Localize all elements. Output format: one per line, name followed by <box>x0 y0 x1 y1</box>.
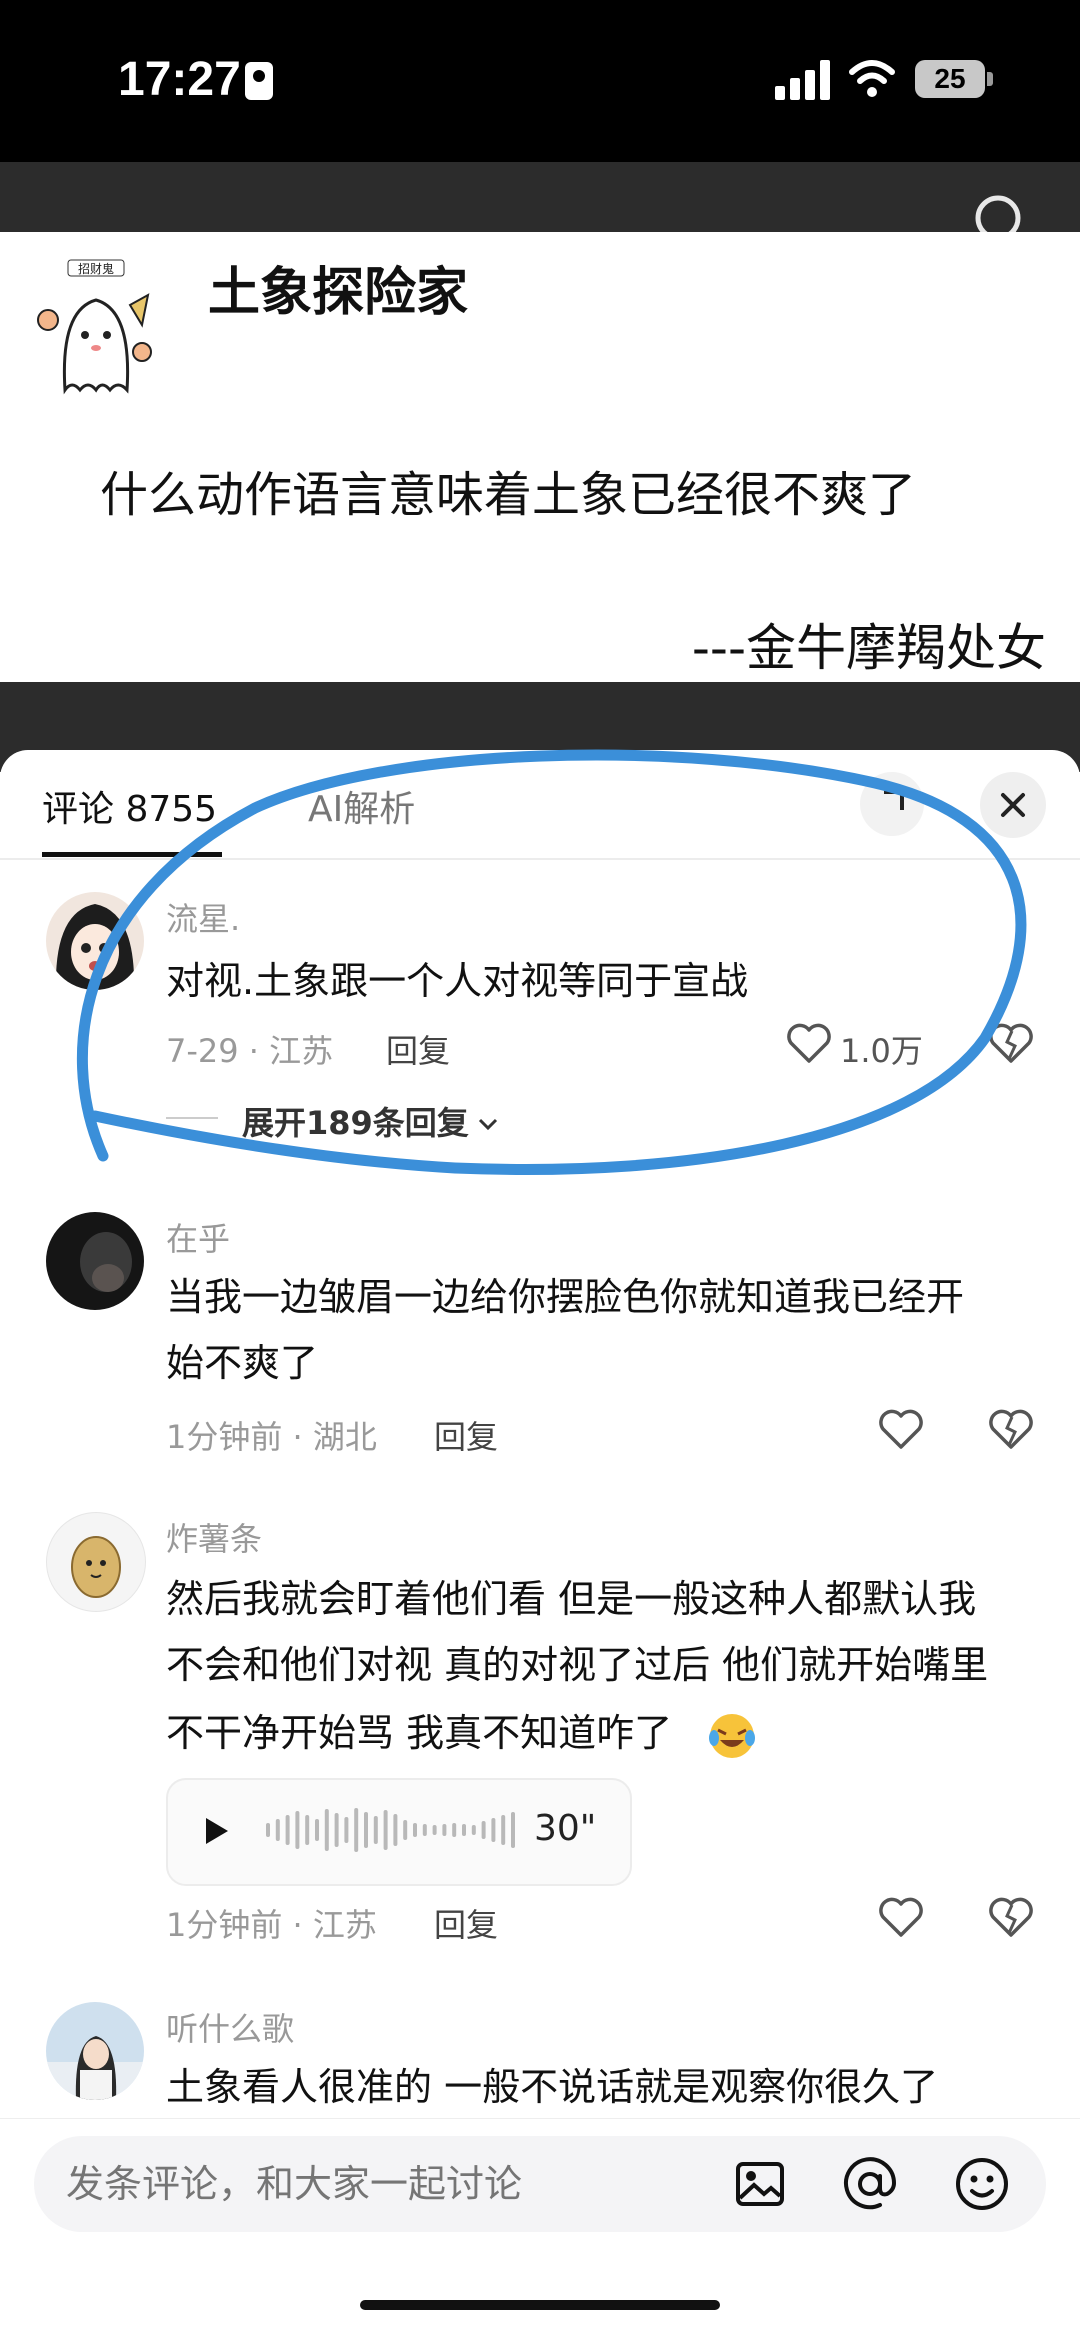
svg-text:招财鬼: 招财鬼 <box>78 261 114 276</box>
author-avatar[interactable]: 招财鬼 <box>30 250 160 400</box>
battery-indicator: 25 <box>915 60 985 98</box>
comment-text-line: 然后我就会盯着他们看 但是一般这种人都默认我 <box>166 1577 977 1621</box>
waveform-bar <box>413 1823 417 1837</box>
broken-heart-icon[interactable] <box>988 1408 1034 1450</box>
image-icon[interactable] <box>734 2158 786 2210</box>
waveform-bar <box>266 1823 270 1837</box>
avatar[interactable] <box>46 892 144 990</box>
expand-sheet-button[interactable] <box>860 772 924 836</box>
tab-divider <box>0 858 1080 860</box>
post-author-name[interactable]: 土象探险家 <box>208 250 468 325</box>
close-button[interactable] <box>980 772 1046 838</box>
post-text: 什么动作语言意味着土象已经很不爽了 <box>100 467 917 523</box>
waveform-bar <box>481 1821 486 1839</box>
comment-time-location: 1分钟前 · 湖北 <box>166 1418 377 1456</box>
post-header-bar <box>0 162 1080 232</box>
comment-username[interactable]: 听什么歌 <box>166 2004 294 2050</box>
comment-time-location: 7-29 · 江苏 <box>166 1032 334 1070</box>
battery-tip <box>987 72 993 86</box>
waveform-bar <box>334 1813 339 1847</box>
waveform-bar <box>315 1819 319 1841</box>
waveform-bar <box>383 1810 388 1850</box>
waveform-bar <box>393 1814 398 1846</box>
post-signature: ---金牛摩羯处女 <box>691 619 1046 677</box>
emoji-icon[interactable] <box>954 2156 1010 2212</box>
waveform-bar <box>285 1815 290 1845</box>
laughing-crying-emoji-icon <box>709 1714 755 1758</box>
comment-text: 土象看人很准的 一般不说话就是观察你很久了 <box>166 2065 939 2109</box>
waveform-bar <box>422 1824 427 1836</box>
waveform-bar <box>305 1815 310 1845</box>
avatar[interactable] <box>46 1212 144 1310</box>
close-icon <box>1001 793 1025 817</box>
comment-text-line: 始不爽了 <box>166 1341 319 1385</box>
expand-divider <box>166 1117 218 1119</box>
voice-duration: 30" <box>534 1808 597 1849</box>
wifi-icon <box>849 60 895 97</box>
comment-username[interactable]: 炸薯条 <box>166 1514 262 1560</box>
reply-button[interactable]: 回复 <box>434 1900 498 1946</box>
signal-icon <box>775 60 835 100</box>
contact-card-icon <box>245 62 273 100</box>
waveform-bar <box>324 1809 329 1851</box>
reply-button[interactable]: 回复 <box>434 1412 498 1458</box>
waveform-bar <box>373 1816 378 1844</box>
reply-button[interactable]: 回复 <box>386 1026 450 1072</box>
avatar[interactable] <box>46 2002 144 2100</box>
waveform-bar <box>511 1812 515 1848</box>
voice-waveform <box>266 1808 515 1852</box>
waveform-bar <box>501 1815 506 1845</box>
tab-comments[interactable]: 评论 8755 <box>42 780 217 832</box>
waveform-bar <box>364 1812 368 1848</box>
active-tab-indicator <box>42 852 222 857</box>
waveform-bar <box>462 1824 466 1836</box>
waveform-bar <box>403 1820 408 1840</box>
waveform-bar <box>442 1824 447 1836</box>
comment-text-line: 不干净开始骂 我真不知道咋了 <box>166 1711 673 1755</box>
tab-ai-analysis[interactable]: AI解析 <box>308 780 415 832</box>
expand-icon <box>884 790 904 810</box>
comment-text: 对视.土象跟一个人对视等同于宣战 <box>166 959 749 1003</box>
waveform-bar <box>432 1825 437 1835</box>
comment-text-line: 当我一边皱眉一边给你摆脸色你就知道我已经开 <box>166 1275 965 1319</box>
waveform-bar <box>491 1818 496 1842</box>
heart-icon[interactable] <box>786 1022 832 1064</box>
avatar[interactable] <box>46 1512 146 1612</box>
play-icon[interactable] <box>200 1814 232 1848</box>
waveform-bar <box>471 1825 476 1835</box>
waveform-bar <box>295 1811 300 1849</box>
expand-replies-button[interactable]: 展开189条回复 <box>242 1098 501 1144</box>
comment-username[interactable]: 流星. <box>166 894 240 940</box>
broken-heart-icon[interactable] <box>988 1896 1034 1938</box>
like-count: 1.0万 <box>840 1032 923 1070</box>
waveform-bar <box>275 1819 280 1841</box>
home-indicator <box>360 2300 720 2310</box>
heart-icon[interactable] <box>878 1408 924 1450</box>
broken-heart-icon[interactable] <box>988 1022 1034 1064</box>
comment-username[interactable]: 在乎 <box>166 1214 230 1260</box>
waveform-bar <box>452 1823 457 1837</box>
comment-input[interactable] <box>66 2162 666 2206</box>
waveform-bar <box>354 1808 359 1852</box>
expand-replies-label: 展开189条回复 <box>242 1104 469 1142</box>
at-icon[interactable] <box>842 2156 898 2212</box>
comment-text-line: 不会和他们对视 真的对视了过后 他们就开始嘴里 <box>166 1643 989 1687</box>
waveform-bar <box>344 1817 349 1843</box>
chevron-down-icon <box>478 1118 497 1131</box>
comment-time-location: 1分钟前 · 江苏 <box>166 1906 377 1944</box>
status-time: 17:27 <box>118 53 241 106</box>
heart-icon[interactable] <box>878 1896 924 1938</box>
